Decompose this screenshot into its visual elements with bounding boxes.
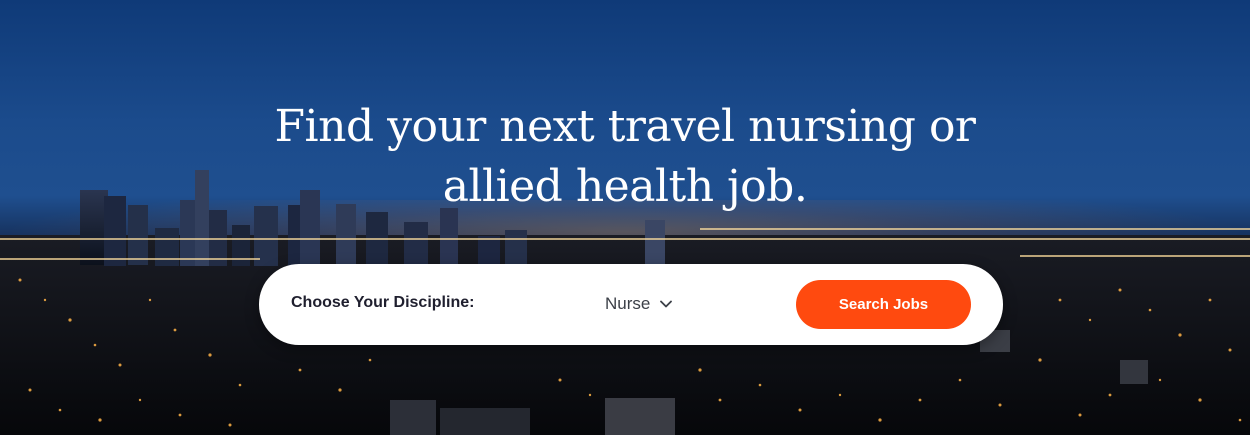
discipline-selected-value: Nurse	[605, 294, 651, 313]
discipline-dropdown[interactable]: Nurse	[593, 286, 684, 322]
search-jobs-button[interactable]: Search Jobs	[796, 280, 971, 329]
hero-section: Find your next travel nursing or allied …	[0, 0, 1250, 435]
hero-headline: Find your next travel nursing or allied …	[0, 97, 1250, 217]
discipline-label: Choose Your Discipline:	[291, 294, 475, 311]
hero-headline-line-1: Find your next travel nursing or	[274, 101, 976, 152]
city-lights-background	[0, 228, 1250, 427]
job-search-bar: Choose Your Discipline: Nurse Search Job…	[259, 264, 1003, 345]
hero-headline-line-2: allied health job.	[442, 161, 808, 212]
chevron-down-icon	[660, 300, 673, 308]
